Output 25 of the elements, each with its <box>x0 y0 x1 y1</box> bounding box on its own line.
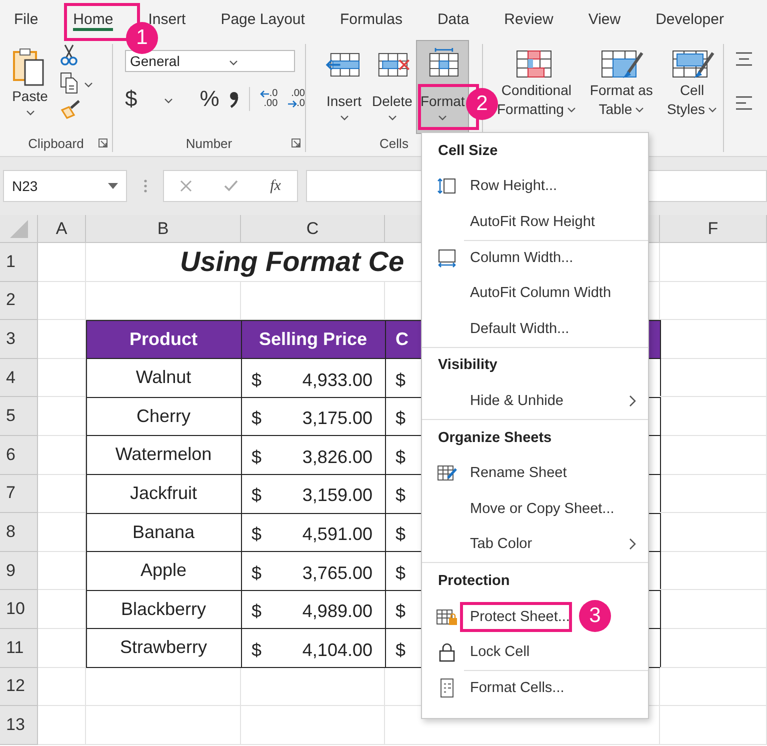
table-header: Product <box>86 320 242 360</box>
price-value: 4,104.00 <box>302 640 372 661</box>
price-value: 4,933.00 <box>302 370 372 391</box>
currency-symbol: $ <box>252 408 262 430</box>
price-value: 3,826.00 <box>302 446 372 468</box>
menu-section-title: Visibility <box>438 357 498 374</box>
group-label: Number <box>186 136 232 150</box>
menu-section-title: Cell Size <box>438 142 498 159</box>
currency-symbol: $ <box>252 485 262 506</box>
price-value: 3,765.00 <box>302 562 372 584</box>
price-value: 3,175.00 <box>302 408 372 430</box>
table-cell: Strawberry <box>86 628 242 668</box>
currency-symbol: $ <box>252 370 262 391</box>
currency-symbol: $ <box>252 640 262 661</box>
currency-symbol: $ <box>252 446 262 468</box>
menu-section-title: Protection <box>438 572 510 589</box>
group-label: Cells <box>380 136 408 150</box>
price-value: 3,159.00 <box>302 485 372 506</box>
table-header: Selling Price <box>240 320 386 360</box>
price-value: 4,591.00 <box>302 524 372 545</box>
group-label: Clipboard <box>28 136 84 150</box>
currency-symbol: $ <box>252 601 262 622</box>
price-value: 4,989.00 <box>302 601 372 622</box>
currency-symbol: $ <box>252 524 262 545</box>
currency-symbol: $ <box>252 562 262 584</box>
